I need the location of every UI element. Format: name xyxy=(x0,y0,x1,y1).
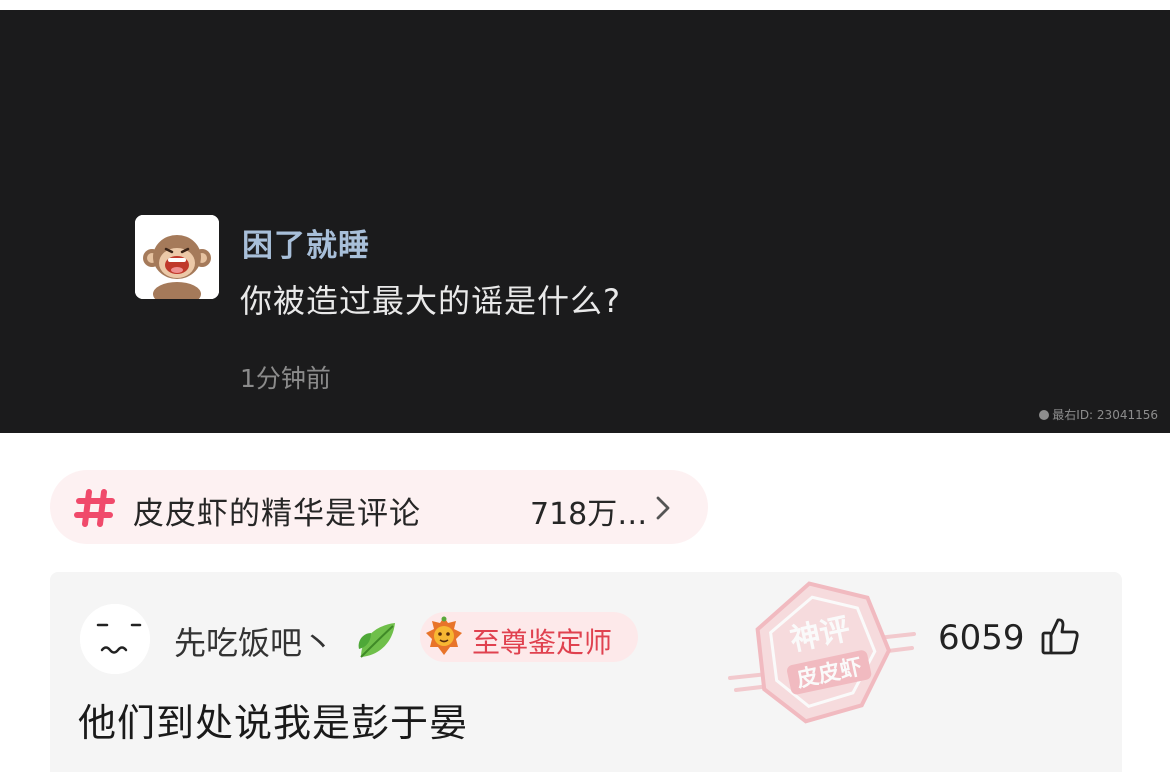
post-question-text: 你被造过最大的谣是什么? xyxy=(240,282,621,320)
thumbs-up-icon[interactable] xyxy=(1040,616,1080,656)
watermark-text: 最右ID: 23041156 xyxy=(1052,408,1158,422)
god-comment-stamp: 神评 皮皮虾 xyxy=(728,581,916,724)
badge-label: 至尊鉴定师 xyxy=(472,626,613,659)
zuiyou-logo-icon xyxy=(1039,409,1050,420)
lion-badge-icon xyxy=(426,616,462,655)
chevron-right-icon[interactable] xyxy=(652,494,674,522)
sad-face-avatar-icon[interactable] xyxy=(80,604,150,674)
watermark: 最右ID: 23041156 xyxy=(1039,406,1158,423)
comment-username[interactable]: 先吃饭吧丶 xyxy=(174,618,334,664)
monkey-avatar-icon[interactable] xyxy=(135,215,219,299)
comment-text: 他们到处说我是彭于晏 xyxy=(78,701,469,745)
like-count: 6059 xyxy=(938,618,1025,658)
post-author-name[interactable]: 困了就睡 xyxy=(242,220,370,265)
topic-count: 718万… xyxy=(530,497,648,532)
leaf-icon xyxy=(358,623,395,658)
post-timestamp: 1分钟前 xyxy=(240,364,331,393)
topic-title: 皮皮虾的精华是评论 xyxy=(133,496,421,532)
post-card: 困了就睡 你被造过最大的谣是什么? 1分钟前 最右ID: 23041156 xyxy=(0,10,1170,433)
hash-icon xyxy=(74,489,115,527)
topic-pill[interactable]: 皮皮虾的精华是评论 718万… xyxy=(50,470,708,544)
